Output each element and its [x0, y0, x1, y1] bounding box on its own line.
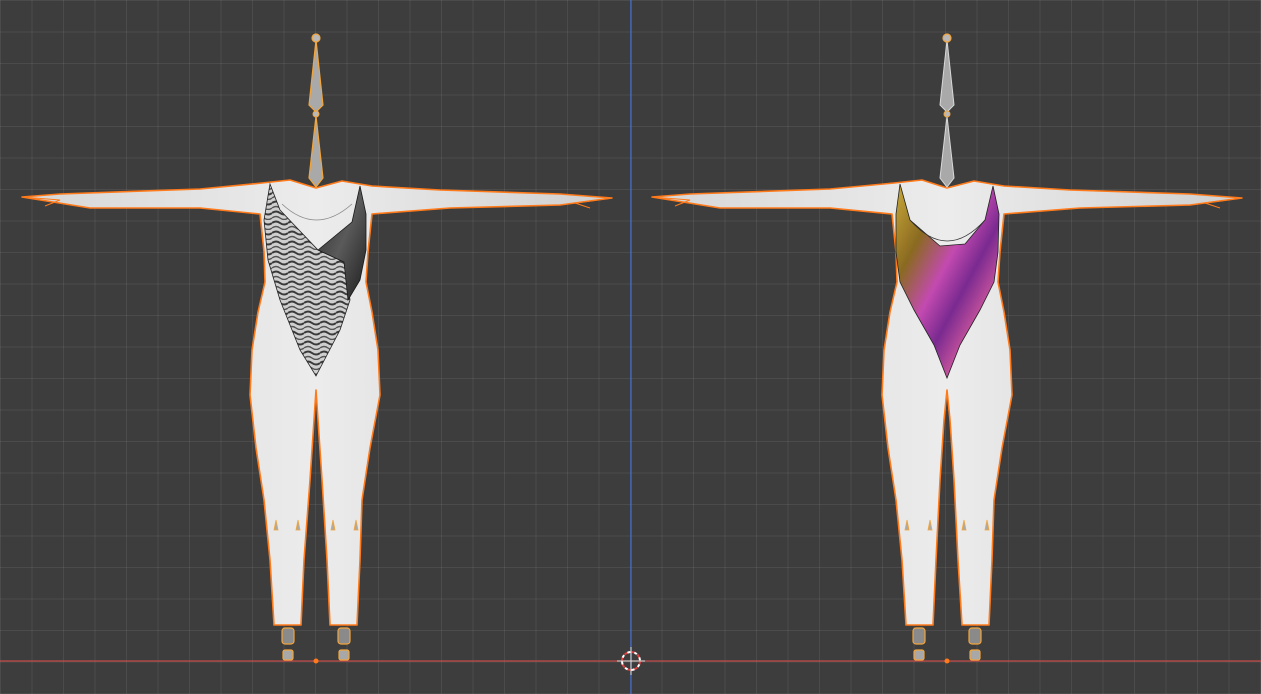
left-body-mesh[interactable]	[21, 179, 613, 626]
right-feet-bones[interactable]	[912, 627, 982, 664]
3d-viewport[interactable]	[0, 0, 1261, 694]
left-feet-bones[interactable]	[281, 627, 351, 664]
right-figure[interactable]	[651, 33, 1243, 664]
right-armature[interactable]	[939, 33, 955, 188]
bone-icon[interactable]	[308, 115, 324, 188]
bone-icon[interactable]	[939, 115, 955, 188]
bone-icon[interactable]	[939, 39, 955, 113]
viewport-canvas[interactable]	[0, 0, 1261, 694]
3d-cursor-icon[interactable]	[617, 647, 645, 675]
bone-icon[interactable]	[308, 39, 324, 113]
left-armature[interactable]	[308, 33, 324, 188]
left-figure[interactable]	[21, 33, 613, 664]
